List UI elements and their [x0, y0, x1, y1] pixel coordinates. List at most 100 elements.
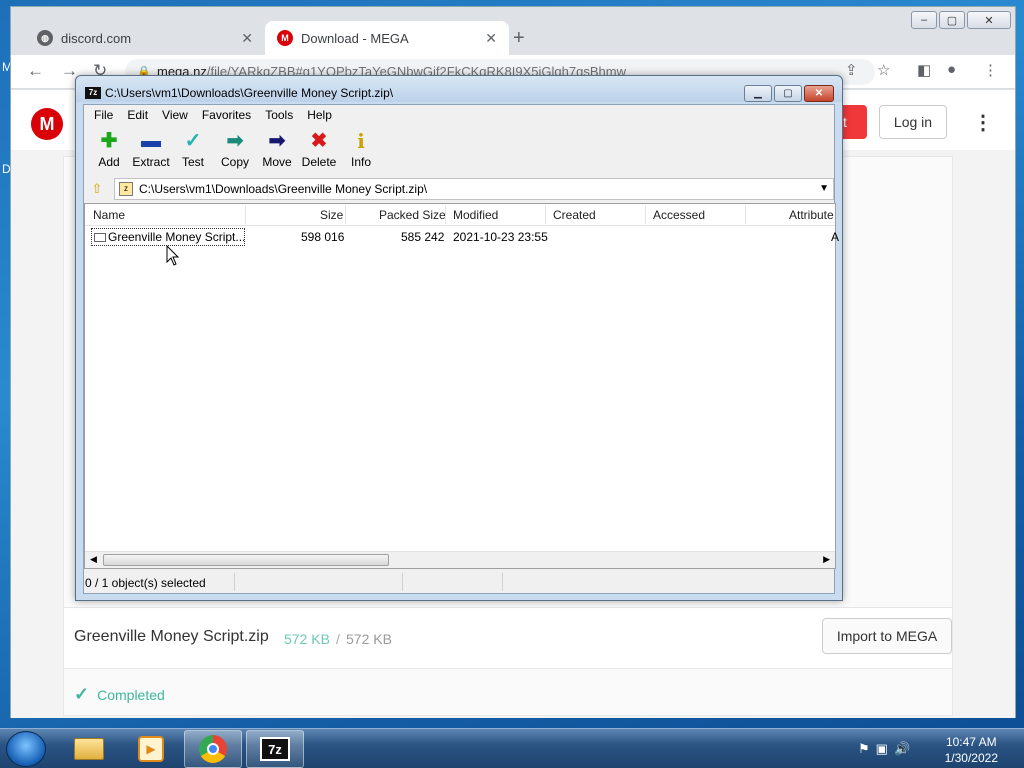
side-panel-icon[interactable]: ◧ [917, 61, 931, 79]
taskbar-chrome[interactable] [184, 730, 242, 768]
extract-label: Extract [132, 155, 170, 169]
delete-button[interactable]: ✖ Delete [298, 127, 340, 175]
size-separator: / [336, 631, 340, 647]
column-modified[interactable]: Modified [453, 208, 498, 222]
menu-tools[interactable]: Tools [259, 105, 299, 125]
volume-icon[interactable]: 🔊 [894, 741, 910, 757]
status-bar: 0 / 1 object(s) selected [84, 571, 834, 593]
menu-help[interactable]: Help [301, 105, 338, 125]
network-icon[interactable]: ▣ [876, 741, 888, 757]
tab-close-icon[interactable]: ✕ [241, 30, 253, 47]
mega-favicon-icon: M [277, 30, 293, 46]
folder-up-icon[interactable]: ⇧ [87, 179, 107, 199]
info-label: Info [350, 155, 371, 169]
row-modified: 2021-10-23 23:55 [453, 230, 548, 244]
scrollbar-thumb[interactable] [103, 554, 389, 566]
row-name: Greenville Money Script... [108, 230, 245, 244]
row-name-cell[interactable]: Greenville Money Script... [91, 228, 245, 246]
dropdown-arrow-icon[interactable]: ▼ [819, 179, 829, 199]
menu-edit[interactable]: Edit [121, 105, 154, 125]
tab-mega[interactable]: M Download - MEGA ✕ [265, 21, 509, 55]
mouse-cursor-icon [166, 245, 180, 266]
taskbar-media-player[interactable]: ▶ [122, 730, 180, 768]
test-label: Test [181, 155, 204, 169]
column-accessed[interactable]: Accessed [653, 208, 705, 222]
column-attribute[interactable]: Attribute [789, 208, 834, 222]
start-button[interactable] [6, 731, 46, 767]
taskbar-7zip[interactable]: 7z [246, 730, 304, 768]
info-icon: i [357, 129, 365, 153]
tray-icons: ⚑ ▣ 🔊 [858, 741, 910, 757]
file-name: Greenville Money Script.zip [74, 628, 269, 645]
scroll-left-icon[interactable]: ◀ [90, 554, 97, 565]
file-list: Name Size Packed Size Modified Created A… [84, 203, 839, 569]
status-separator [502, 573, 503, 591]
tab-discord[interactable]: ◍ discord.com ✕ [25, 21, 265, 55]
sevenzip-titlebar[interactable]: 7z C:\Users\vm1\Downloads\Greenville Mon… [76, 76, 842, 102]
file-icon [94, 233, 106, 242]
copy-button[interactable]: ➡ Copy [214, 127, 256, 175]
back-icon[interactable]: ← [27, 61, 44, 81]
minimize-button[interactable]: ▁ [744, 85, 772, 102]
column-name[interactable]: Name [93, 208, 125, 222]
zip-file-icon: z [119, 182, 133, 196]
column-separator [345, 206, 346, 224]
column-packed-size[interactable]: Packed Size [379, 208, 446, 222]
menu-kebab-icon[interactable]: ⋮ [983, 61, 998, 79]
clock-time: 10:47 AM [945, 735, 997, 749]
path-combobox[interactable]: z C:\Users\vm1\Downloads\Greenville Mone… [114, 178, 834, 200]
taskbar: ▶ 7z ⚑ ▣ 🔊 10:47 AM 1/30/2022 [0, 728, 1024, 768]
action-center-flag-icon[interactable]: ⚑ [858, 741, 870, 757]
taskbar-explorer[interactable] [60, 730, 118, 768]
sevenzip-toolbar: ✚ Add ▬ Extract ✓ Test ➡ Copy ➡ Move ✖ D… [84, 127, 834, 175]
delete-label: Delete [301, 155, 337, 169]
bookmark-star-icon[interactable]: ☆ [877, 61, 890, 79]
move-button[interactable]: ➡ Move [256, 127, 298, 175]
new-tab-button[interactable]: + [513, 27, 525, 50]
column-separator [545, 206, 546, 224]
mega-logo[interactable]: M [31, 108, 63, 140]
row-packed-size: 585 242 [401, 230, 445, 244]
window-title: C:\Users\vm1\Downloads\Greenville Money … [105, 86, 394, 100]
sevenzip-icon: 7z [260, 737, 290, 761]
clock-date: 1/30/2022 [944, 751, 998, 765]
more-options-icon[interactable]: ⋮ [973, 110, 993, 135]
menu-favorites[interactable]: Favorites [196, 105, 257, 125]
close-button[interactable]: ✕ [804, 85, 834, 102]
tab-close-icon[interactable]: ✕ [485, 30, 497, 47]
clock[interactable]: 10:47 AM 1/30/2022 [945, 734, 998, 766]
menu-bar: File Edit View Favorites Tools Help [84, 105, 834, 125]
move-label: Move [262, 155, 292, 169]
extract-button[interactable]: ▬ Extract [130, 127, 172, 175]
import-to-mega-button[interactable]: Import to MEGA [822, 618, 952, 654]
add-label: Add [98, 155, 120, 169]
profile-icon[interactable]: ● [947, 61, 956, 78]
status-separator [402, 573, 403, 591]
login-button[interactable]: Log in [879, 105, 947, 139]
column-size[interactable]: Size [320, 208, 343, 222]
menu-view[interactable]: View [156, 105, 194, 125]
file-info-row: Greenville Money Script.zip 572 KB / 572… [64, 607, 952, 669]
selection-status: 0 / 1 object(s) selected [85, 576, 206, 590]
globe-icon: ◍ [37, 30, 53, 46]
tab-title: Download - MEGA [301, 30, 409, 46]
column-created[interactable]: Created [553, 208, 596, 222]
sevenzip-client-area: File Edit View Favorites Tools Help ✚ Ad… [83, 104, 839, 594]
minus-icon: ▬ [141, 130, 161, 152]
path-text: C:\Users\vm1\Downloads\Greenville Money … [139, 182, 428, 196]
share-icon[interactable]: ⇪ [845, 61, 858, 79]
list-header: Name Size Packed Size Modified Created A… [85, 204, 835, 226]
scroll-right-icon[interactable]: ▶ [823, 554, 830, 565]
sevenzip-window: 7z C:\Users\vm1\Downloads\Greenville Mon… [75, 75, 843, 601]
column-separator [645, 206, 646, 224]
menu-file[interactable]: File [88, 105, 119, 125]
horizontal-scrollbar[interactable]: ◀ ▶ [85, 551, 835, 568]
address-row: ⇧ z C:\Users\vm1\Downloads\Greenville Mo… [84, 177, 834, 201]
maximize-button[interactable]: ▢ [774, 85, 802, 102]
table-row[interactable]: Greenville Money Script... 598 016 585 2… [85, 228, 839, 248]
add-button[interactable]: ✚ Add [88, 127, 130, 175]
total-size: 572 KB [346, 631, 392, 647]
test-button[interactable]: ✓ Test [172, 127, 214, 175]
row-size: 598 016 [301, 230, 345, 244]
info-button[interactable]: i Info [340, 127, 382, 175]
